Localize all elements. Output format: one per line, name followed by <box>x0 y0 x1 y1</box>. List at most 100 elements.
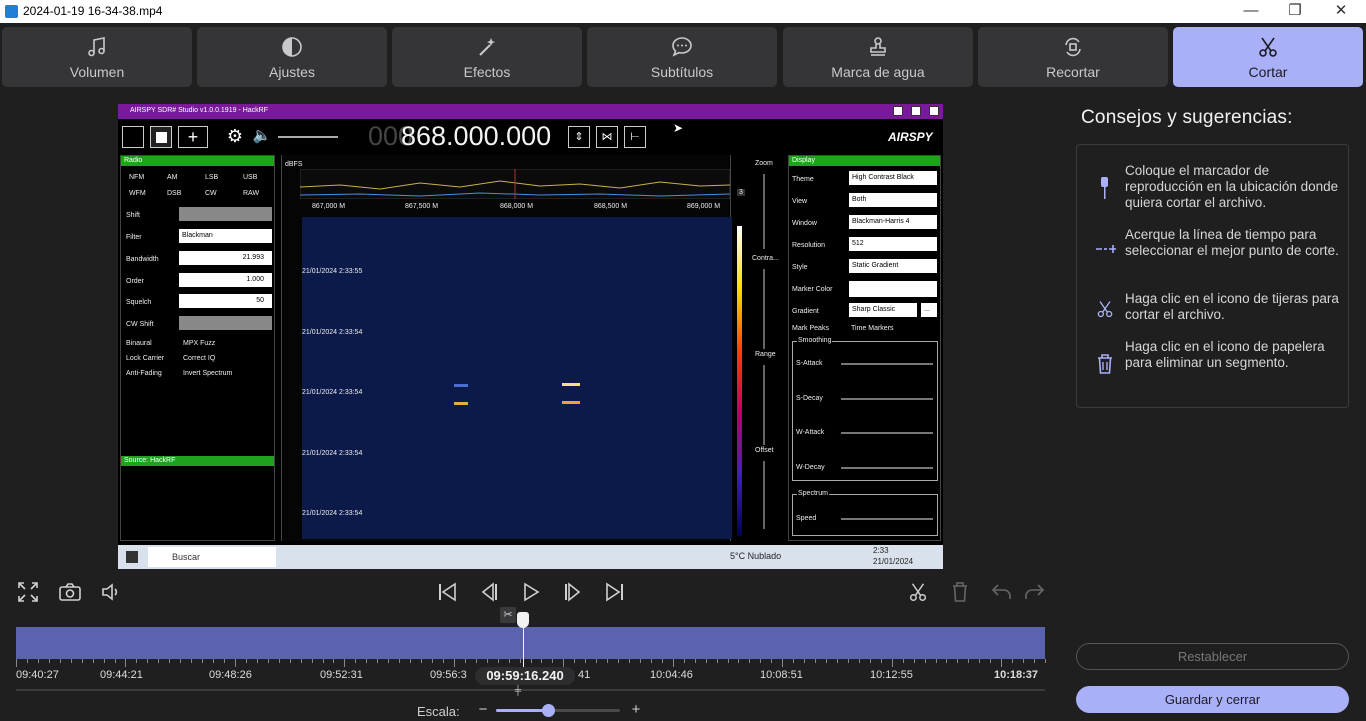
order-field: 1.000 <box>179 273 272 287</box>
play-icon[interactable] <box>520 581 542 603</box>
sdr-maximize-button <box>911 106 921 116</box>
volume-icon[interactable] <box>99 580 123 604</box>
timeline-label: 09:52:31 <box>320 669 363 681</box>
music-note-icon <box>88 37 105 57</box>
undo-icon[interactable] <box>990 581 1014 603</box>
gradient-more-button: ... <box>921 303 937 317</box>
filter-select: Blackman <box>179 229 272 243</box>
timeline-track[interactable] <box>16 627 1045 659</box>
minimize-button[interactable]: — <box>1228 0 1274 23</box>
ruler-tick <box>158 659 160 663</box>
display-row-label: Gradient <box>792 308 819 315</box>
zoom-out-button[interactable]: − <box>476 701 490 718</box>
tab-marca-de-agua[interactable]: Marca de agua <box>783 27 973 87</box>
ruler-tick <box>475 659 477 663</box>
tab-volumen[interactable]: Volumen <box>2 27 192 87</box>
sdr-display-header: Display <box>789 156 940 166</box>
ruler-tick <box>377 659 379 663</box>
ruler-tick <box>344 659 346 667</box>
ruler-tick <box>716 659 718 663</box>
zoom-in-button[interactable]: + <box>629 701 643 718</box>
crop-rotate-icon <box>1065 37 1081 57</box>
scale-slider-knob[interactable] <box>542 704 556 717</box>
contrast-label: Contra... <box>752 255 779 262</box>
tab-label: Ajustes <box>269 64 315 80</box>
mode-raw: RAW <box>243 190 260 197</box>
tab-label: Recortar <box>1046 64 1100 80</box>
waterfall-signal <box>562 383 580 386</box>
current-time-display: 09:59:16.240 <box>475 667 575 685</box>
snapshot-camera-icon[interactable] <box>58 580 82 604</box>
windows-start-icon <box>126 551 138 563</box>
playhead[interactable] <box>517 612 530 674</box>
tab-efectos[interactable]: Efectos <box>392 27 582 87</box>
zoom-slider <box>763 174 765 249</box>
close-button[interactable]: ✕ <box>1318 0 1364 23</box>
tab-subtitulos[interactable]: Subtítulos <box>587 27 777 87</box>
window-title: 2024-01-19 16-34-38.mp4 <box>23 4 163 18</box>
freq-tick: 869,000 M <box>687 203 721 210</box>
ruler-tick <box>683 659 685 663</box>
ruler-tick <box>749 659 751 663</box>
zoom-label: Zoom <box>755 160 773 167</box>
smooth-slider <box>841 363 933 365</box>
tab-label: Volumen <box>69 64 125 80</box>
skip-to-start-icon[interactable] <box>436 581 458 603</box>
ruler-tick <box>924 659 926 663</box>
scale-slider[interactable] <box>496 704 620 717</box>
ruler-tick <box>596 659 598 663</box>
spectrum-group-label: Spectrum <box>797 490 829 497</box>
next-frame-icon[interactable] <box>562 581 584 603</box>
ruler-tick <box>136 659 138 663</box>
taskbar-search: Buscar <box>148 547 276 567</box>
ruler-tick <box>464 659 466 663</box>
timeline-ruler <box>16 659 1046 667</box>
ruler-tick <box>826 659 828 663</box>
tip-text: Coloque el marcador de reproducción en l… <box>1125 163 1339 210</box>
display-row-value: Sharp Classic <box>849 303 917 317</box>
smoothing-group: Smoothing S-Attack S-Decay W-Attack W-De… <box>792 337 938 481</box>
ruler-tick <box>497 659 499 663</box>
reset-button[interactable]: Restablecer <box>1076 643 1349 670</box>
ruler-tick <box>48 659 50 663</box>
fullscreen-icon[interactable] <box>16 580 40 604</box>
cut-scissors-icon[interactable] <box>907 581 929 603</box>
ruler-tick <box>530 659 532 663</box>
save-and-close-button[interactable]: Guardar y cerrar <box>1076 686 1349 713</box>
range-label: Range <box>755 351 776 358</box>
split-marker-icon[interactable]: ✂ <box>500 607 516 623</box>
maximize-button[interactable]: ❐ <box>1272 0 1318 23</box>
ruler-tick <box>607 659 609 663</box>
ruler-tick <box>223 659 225 663</box>
ruler-tick <box>639 659 641 663</box>
delete-trash-icon[interactable] <box>950 581 970 603</box>
waterfall-gradient-bar <box>737 226 742 536</box>
ruler-tick <box>180 659 182 663</box>
waterfall-signal <box>454 384 468 387</box>
timeline-scroll-handle[interactable]: ╪ <box>511 686 525 695</box>
ruler-tick <box>278 659 280 663</box>
bandwidth-label: Bandwidth <box>126 256 159 263</box>
taskbar: Buscar 5°C Nublado 2:33 21/01/2024 <box>118 545 943 569</box>
ruler-tick <box>26 659 28 663</box>
previous-frame-icon[interactable] <box>478 581 500 603</box>
cwshift-label: CW Shift <box>126 321 154 328</box>
tips-title: Consejos y sugerencias: <box>1081 107 1293 128</box>
tab-label: Efectos <box>463 64 511 80</box>
redo-icon[interactable] <box>1022 581 1046 603</box>
timeline-scroll-track[interactable] <box>16 689 1045 691</box>
tab-recortar[interactable]: Recortar <box>978 27 1168 87</box>
ruler-tick <box>16 659 17 667</box>
sdr-stop-icon <box>150 126 172 148</box>
tab-cortar[interactable]: Cortar <box>1173 27 1363 87</box>
ruler-tick <box>234 659 236 667</box>
tab-ajustes[interactable]: Ajustes <box>197 27 387 87</box>
tab-label: Subtítulos <box>650 64 714 80</box>
order-label: Order <box>126 278 144 285</box>
ruler-tick <box>618 659 620 663</box>
skip-to-end-icon[interactable] <box>604 581 626 603</box>
ruler-tick <box>442 659 444 663</box>
ruler-tick <box>366 659 368 663</box>
contrast-icon <box>282 37 302 57</box>
mode-lsb: LSB <box>205 174 219 181</box>
